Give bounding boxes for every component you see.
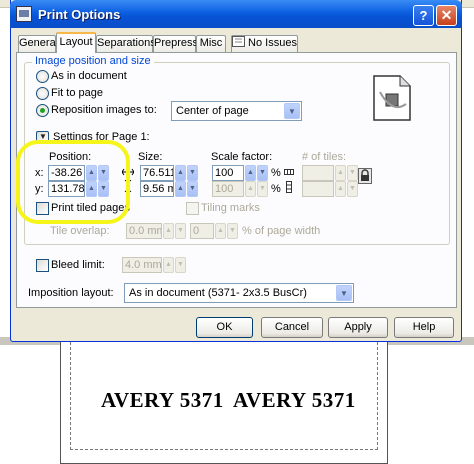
tiles-x-up[interactable]: ▲ (335, 165, 346, 181)
tab-layout[interactable]: Layout (56, 32, 96, 53)
bleed-limit-checkbox[interactable] (36, 259, 49, 272)
imposition-layout-label: Imposition layout: (28, 287, 114, 299)
scale-x-up[interactable]: ▲ (245, 165, 256, 181)
tab-misc[interactable]: Misc (196, 35, 226, 52)
reposition-select-value: Center of page (176, 105, 249, 117)
tile-overlap-up[interactable]: ▲ (163, 223, 174, 239)
no-issues-icon (232, 36, 246, 47)
as-in-document-label: As in document (51, 70, 127, 82)
size-width-down[interactable]: ▼ (187, 165, 198, 181)
bleed-limit-input[interactable]: 4.0 mm (122, 257, 162, 273)
highlight-annotation (16, 140, 130, 224)
apply-button[interactable]: Apply (328, 317, 388, 338)
label-text-2: AVERY 5371 (233, 388, 356, 412)
tile-overlap-percent-up[interactable]: ▲ (215, 223, 226, 239)
reposition-images-radio[interactable] (36, 104, 49, 117)
tab-separations[interactable]: Separations (96, 35, 156, 52)
reposition-images-label: Reposition images to: (51, 104, 157, 116)
as-in-document-radio[interactable] (36, 70, 49, 83)
size-width-up[interactable]: ▲ (175, 165, 186, 181)
horizontal-tiles-icon (284, 169, 294, 175)
bleed-limit-up[interactable]: ▲ (163, 257, 174, 273)
tab-prepress[interactable]: Prepress (153, 35, 198, 52)
tile-overlap-label: Tile overlap: (50, 225, 110, 237)
tab-no-issues-label: No Issues (248, 37, 297, 49)
scale-y-up[interactable]: ▲ (245, 181, 256, 197)
tiles-x-down[interactable]: ▼ (347, 165, 358, 181)
tiling-marks-checkbox[interactable] (186, 202, 199, 215)
size-height-up[interactable]: ▲ (175, 181, 186, 197)
size-height-down[interactable]: ▼ (187, 181, 198, 197)
help-button[interactable]: Help (394, 317, 454, 338)
fit-to-page-radio[interactable] (36, 87, 49, 100)
window-title: Print Options (38, 7, 121, 22)
chevron-down-icon[interactable]: ▼ (336, 285, 352, 301)
reposition-select[interactable]: Center of page ▼ (171, 101, 302, 121)
scale-y-input[interactable]: 100 (212, 181, 244, 197)
tiles-y-down[interactable]: ▼ (347, 181, 358, 197)
tile-overlap-percent-down[interactable]: ▼ (227, 223, 238, 239)
scale-factor-label: Scale factor: (211, 151, 273, 163)
tiles-label: # of tiles: (302, 151, 347, 163)
chevron-down-icon[interactable]: ▼ (284, 103, 300, 119)
imposition-layout-value: As in document (5371- 2x3.5 BusCr) (129, 287, 307, 299)
tab-general[interactable]: General (18, 35, 58, 52)
image-position-group-title: Image position and size (32, 55, 154, 67)
tab-no-issues[interactable]: No Issues (231, 35, 298, 52)
tiles-y-up[interactable]: ▲ (335, 181, 346, 197)
tiling-marks-label: Tiling marks (201, 202, 260, 214)
page-preview-icon (373, 75, 411, 121)
printer-app-icon (16, 6, 32, 22)
tiles-x-input[interactable] (302, 165, 334, 181)
bleed-limit-down[interactable]: ▼ (175, 257, 186, 273)
scale-x-unit: % (271, 167, 281, 179)
tile-overlap-input[interactable]: 0.0 mm (126, 223, 162, 239)
ok-button[interactable]: OK (196, 317, 253, 338)
tiles-y-input[interactable] (302, 181, 334, 197)
scale-y-unit: % (271, 183, 281, 195)
tile-overlap-down[interactable]: ▼ (175, 223, 186, 239)
label-text-1: AVERY 5371 (101, 388, 224, 412)
vertical-tiles-icon (286, 181, 292, 193)
lock-icon[interactable] (358, 168, 372, 184)
tile-overlap-percent-input[interactable]: 0 (190, 223, 214, 239)
size-height-input[interactable]: 9.56 m (140, 181, 174, 197)
tile-overlap-percent-label: % of page width (242, 225, 321, 237)
scale-x-input[interactable]: 100 (212, 165, 244, 181)
scale-y-down[interactable]: ▼ (257, 181, 268, 197)
size-width-input[interactable]: 76.511 (140, 165, 174, 181)
title-help-button[interactable]: ? (413, 5, 434, 26)
cancel-button[interactable]: Cancel (261, 317, 323, 338)
size-label: Size: (138, 151, 163, 163)
scale-x-down[interactable]: ▼ (257, 165, 268, 181)
close-button[interactable]: ✕ (436, 5, 457, 26)
imposition-layout-select[interactable]: As in document (5371- 2x3.5 BusCr) ▼ (124, 283, 354, 303)
bleed-limit-label: Bleed limit: (51, 259, 105, 271)
fit-to-page-label: Fit to page (51, 87, 103, 99)
